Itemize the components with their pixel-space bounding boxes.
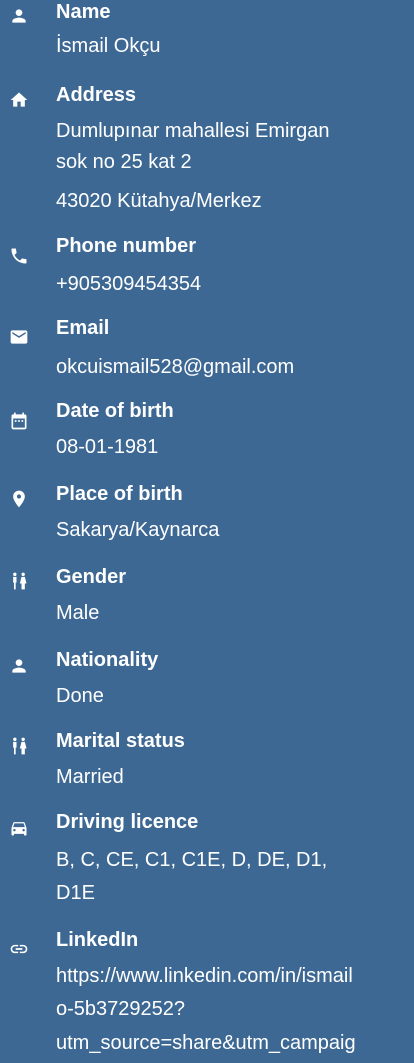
field-label: Marital status [56,730,185,752]
field-label: Place of birth [56,483,183,505]
field-value-line: Dumlupınar mahallesi Emirgan [56,120,330,142]
field-label: Nationality [56,649,159,671]
field-value-line: D1E [56,882,95,904]
person-icon [7,4,31,28]
field-label: Email [56,317,110,339]
field-value: Sakarya/Kaynarca [56,519,220,541]
field-value-line: 43020 Kütahya/Merkez [56,190,262,212]
mail-icon [7,325,31,349]
people-icon [7,734,31,758]
field-label: Phone number [56,235,197,257]
field-label: Address [56,84,137,106]
field-value: İsmail Okçu [56,35,161,57]
home-icon [7,88,31,112]
phone-icon [7,244,31,268]
linkedin-url-line[interactable]: utm_source=share&utm_campaig [56,1026,356,1060]
field-label: Date of birth [56,400,174,422]
field-value-line: sok no 25 kat 2 [56,151,192,173]
field-value: okcuismail528@gmail.com [56,356,295,378]
field-label: LinkedIn [56,929,139,951]
people-icon [7,569,31,593]
field-value: Done [56,685,104,707]
personal-details-list: Name İsmail Okçu Address Dumlupınar maha… [0,0,414,1063]
field-value: 08-01-1981 [56,436,159,458]
linkedin-url-line[interactable]: o-5b3729252? [56,992,185,1026]
link-icon [7,937,31,961]
calendar-icon [7,409,31,433]
field-label: Gender [56,566,127,588]
location-pin-icon [7,487,31,511]
linkedin-url-line[interactable]: https://www.linkedin.com/in/ismail [56,959,353,993]
field-value: +905309454354 [56,273,202,295]
field-label: Driving licence [56,811,199,833]
car-icon [7,816,31,840]
field-label: Name [56,1,111,23]
field-value-line: B, C, CE, C1, C1E, D, DE, D1, [56,849,328,871]
field-value: Married [56,766,124,788]
field-value: Male [56,602,100,624]
person-icon [7,654,31,678]
